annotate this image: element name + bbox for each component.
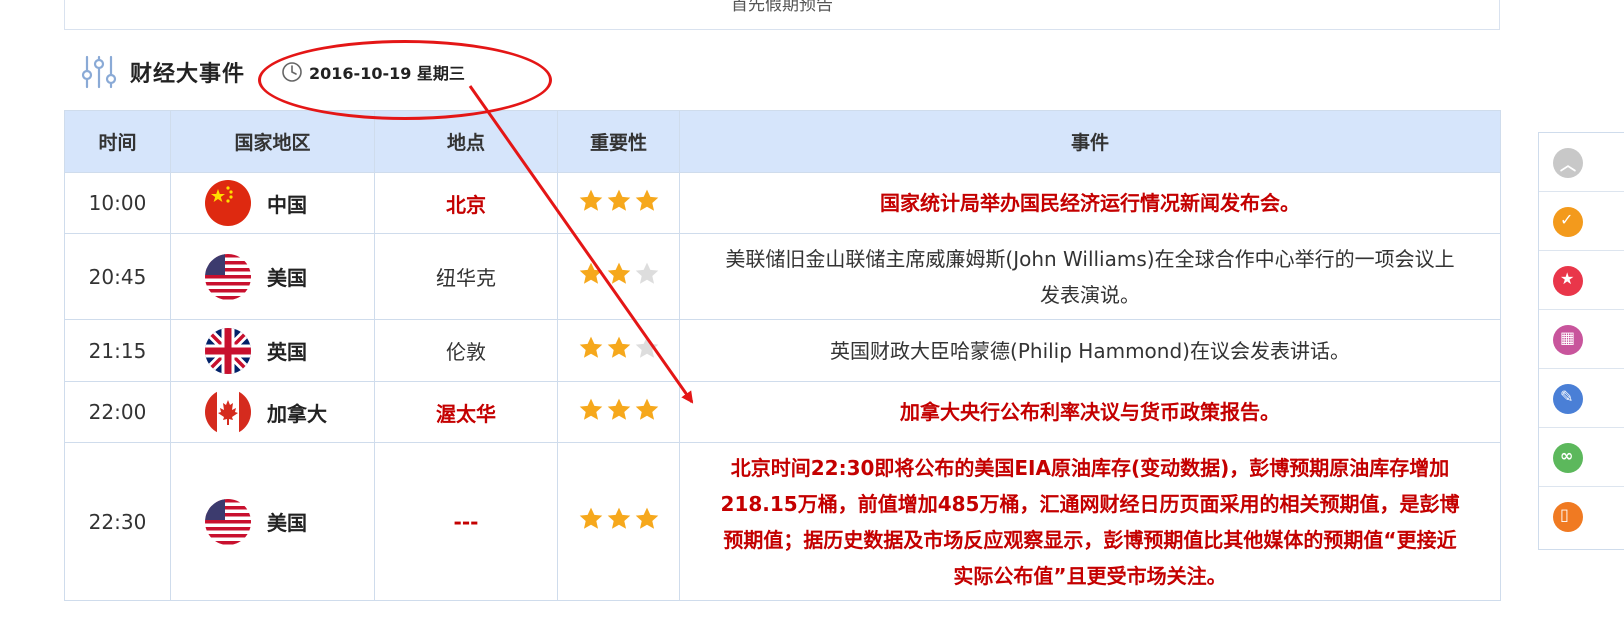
country-name: 美国 bbox=[267, 266, 307, 290]
right-toolbar: ︿ ✓ ★ ▦ ✎ ∞ ▯ bbox=[1538, 132, 1624, 550]
country-cell: 美国 bbox=[170, 442, 375, 601]
clock-icon bbox=[282, 62, 302, 82]
importance-cell bbox=[557, 172, 680, 234]
section-header: 财经大事件 2016-10-19 星期三 bbox=[80, 52, 465, 92]
star-filled-icon bbox=[607, 262, 630, 284]
right-toolbar-item[interactable]: ▯ bbox=[1539, 487, 1624, 546]
time-cell: 20:45 bbox=[64, 233, 171, 320]
header-location: 地点 bbox=[374, 110, 558, 173]
star-filled-icon bbox=[579, 398, 602, 420]
table-row: 20:45 美国 纽华克 美联储旧金山联储主席威廉姆斯(John William… bbox=[64, 233, 1501, 320]
importance-stars bbox=[578, 188, 660, 214]
star-filled-icon bbox=[607, 189, 630, 211]
location-cell: 伦敦 bbox=[374, 319, 558, 382]
date-text: 2016-10-19 星期三 bbox=[309, 64, 465, 83]
canada-flag-icon bbox=[205, 389, 251, 435]
star-filled-icon bbox=[607, 336, 630, 358]
table-row: 22:30 美国 --- 北京时间22:30即将公布的美国EIA原油库存(变动数… bbox=[64, 442, 1501, 601]
header-event: 事件 bbox=[679, 110, 1501, 173]
right-toolbar-item[interactable]: ✓ bbox=[1539, 192, 1624, 251]
edit-icon: ✎ bbox=[1553, 384, 1583, 414]
star-filled-icon bbox=[635, 507, 658, 529]
star-filled-icon bbox=[635, 189, 658, 211]
event-cell: 美联储旧金山联储主席威廉姆斯(John Williams)在全球合作中心举行的一… bbox=[679, 233, 1501, 320]
event-cell: 英国财政大臣哈蒙德(Philip Hammond)在议会发表讲话。 bbox=[679, 319, 1501, 382]
time-cell: 22:30 bbox=[64, 442, 171, 601]
importance-stars bbox=[578, 261, 660, 287]
star-filled-icon bbox=[635, 398, 658, 420]
header-country: 国家地区 bbox=[170, 110, 375, 173]
country-name: 中国 bbox=[267, 192, 307, 217]
china-flag-icon bbox=[205, 180, 251, 226]
location-cell: --- bbox=[374, 442, 558, 601]
star-filled-icon bbox=[579, 262, 602, 284]
country-name: 英国 bbox=[267, 340, 307, 364]
time-cell: 21:15 bbox=[64, 319, 171, 382]
importance-cell bbox=[557, 233, 680, 320]
location-cell: 北京 bbox=[374, 172, 558, 234]
star-filled-icon bbox=[579, 189, 602, 211]
previous-section-box: 首先假期预告 bbox=[64, 0, 1500, 30]
star-empty-icon bbox=[635, 262, 658, 284]
right-toolbar-item[interactable]: ︿ bbox=[1539, 133, 1624, 192]
event-cell: 北京时间22:30即将公布的美国EIA原油库存(变动数据)，彭博预期原油库存增加… bbox=[679, 442, 1501, 601]
events-table: 时间 国家地区 地点 重要性 事件 10:00 中国 北京 国家统计局举办国民经… bbox=[64, 110, 1501, 601]
star-filled-icon bbox=[579, 507, 602, 529]
top-notice-text: 首先假期预告 bbox=[731, 0, 833, 15]
importance-stars bbox=[578, 335, 660, 361]
phone-icon: ▯ bbox=[1553, 502, 1583, 532]
right-toolbar-item[interactable]: ▦ bbox=[1539, 310, 1624, 369]
link-icon: ∞ bbox=[1553, 443, 1583, 473]
event-cell: 国家统计局举办国民经济运行情况新闻发布会。 bbox=[679, 172, 1501, 234]
section-title: 财经大事件 bbox=[130, 62, 246, 87]
country-cell: 英国 bbox=[170, 319, 375, 382]
table-row: 22:00 加拿大 渥太华 加拿大央行公布利率决议与货币政策报告。 bbox=[64, 381, 1501, 443]
right-toolbar-item[interactable]: ★ bbox=[1539, 251, 1624, 310]
importance-cell bbox=[557, 442, 680, 601]
time-cell: 10:00 bbox=[64, 172, 171, 234]
sliders-icon bbox=[81, 55, 117, 89]
usa-flag-icon bbox=[205, 253, 251, 300]
uk-flag-icon bbox=[205, 327, 251, 374]
country-cell: 加拿大 bbox=[170, 381, 375, 443]
star-filled-icon bbox=[579, 336, 602, 358]
importance-cell bbox=[557, 319, 680, 382]
star-filled-icon bbox=[607, 398, 630, 420]
country-cell: 中国 bbox=[170, 172, 375, 234]
header-importance: 重要性 bbox=[557, 110, 680, 173]
date-display: 2016-10-19 星期三 bbox=[281, 60, 465, 84]
country-cell: 美国 bbox=[170, 233, 375, 320]
importance-stars bbox=[578, 506, 660, 532]
star-badge-icon: ★ bbox=[1553, 266, 1583, 296]
header-time: 时间 bbox=[64, 110, 171, 173]
chevron-up-icon: ︿ bbox=[1553, 148, 1583, 178]
country-name: 加拿大 bbox=[267, 401, 327, 426]
check-badge-icon: ✓ bbox=[1553, 207, 1583, 237]
location-cell: 渥太华 bbox=[374, 381, 558, 443]
country-name: 美国 bbox=[267, 511, 307, 535]
time-cell: 22:00 bbox=[64, 381, 171, 443]
star-filled-icon bbox=[607, 507, 630, 529]
importance-stars bbox=[578, 397, 660, 423]
importance-cell bbox=[557, 381, 680, 443]
table-row: 10:00 中国 北京 国家统计局举办国民经济运行情况新闻发布会。 bbox=[64, 172, 1501, 234]
event-cell: 加拿大央行公布利率决议与货币政策报告。 bbox=[679, 381, 1501, 443]
location-cell: 纽华克 bbox=[374, 233, 558, 320]
right-toolbar-item[interactable]: ∞ bbox=[1539, 428, 1624, 487]
table-row: 21:15 英国 伦敦 英国财政大臣哈蒙德(Philip Hammond)在议会… bbox=[64, 319, 1501, 382]
right-toolbar-item[interactable]: ✎ bbox=[1539, 369, 1624, 428]
usa-flag-icon bbox=[205, 498, 251, 545]
table-header-row: 时间 国家地区 地点 重要性 事件 bbox=[64, 110, 1501, 173]
star-empty-icon bbox=[635, 336, 658, 358]
calendar-icon: ▦ bbox=[1553, 325, 1583, 355]
